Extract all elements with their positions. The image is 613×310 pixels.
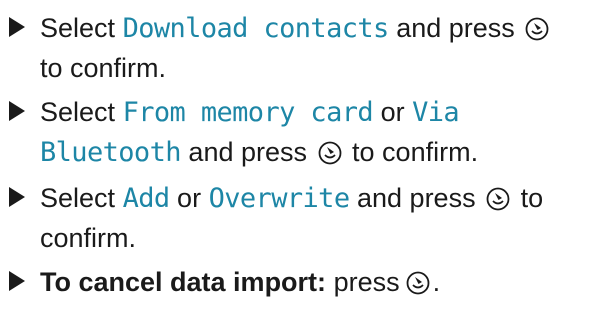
triangle-right-icon <box>9 17 25 37</box>
select-text: Select <box>40 97 116 127</box>
menu-option-overwrite: Overwrite <box>208 183 351 214</box>
to-confirm-text: to confirm. <box>352 137 479 167</box>
confirm-text: confirm. <box>40 223 137 253</box>
and-press-text: and press <box>357 183 476 213</box>
and-press-text: and press <box>188 137 307 167</box>
controller-press-icon <box>318 141 341 165</box>
menu-option-from-memory-card: From memory card <box>122 97 374 128</box>
controller-press-icon <box>525 17 549 41</box>
triangle-right-icon <box>9 271 25 291</box>
press-text: press <box>333 267 400 297</box>
period-text: . <box>432 267 441 297</box>
triangle-right-icon <box>9 101 25 121</box>
and-press-text: and press <box>396 13 515 43</box>
cancel-import-heading: To cancel data import: <box>40 267 327 297</box>
menu-option-download-contacts: Download contacts <box>122 13 390 44</box>
triangle-right-icon <box>9 187 25 207</box>
to-confirm-text: to confirm. <box>40 53 167 83</box>
menu-option-via-bluetooth-part-2: Bluetooth <box>40 137 182 168</box>
or-text: or <box>177 183 202 213</box>
menu-option-via-bluetooth-part-1: Via <box>412 97 460 128</box>
or-text: or <box>380 97 405 127</box>
to-text: to <box>520 183 544 213</box>
menu-option-add: Add <box>122 183 171 214</box>
select-text: Select <box>40 183 116 213</box>
controller-press-icon <box>406 271 429 295</box>
controller-press-icon <box>486 187 510 211</box>
select-text: Select <box>40 13 116 43</box>
